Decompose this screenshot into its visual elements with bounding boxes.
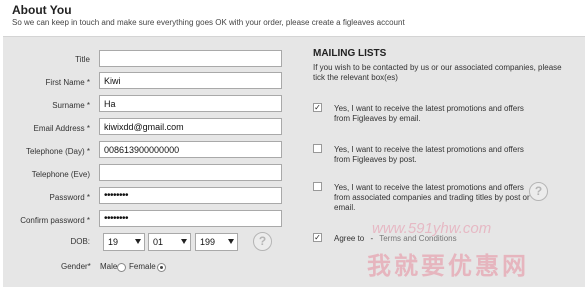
- title-field[interactable]: [99, 50, 282, 67]
- telephone-eve-label: Telephone (Eve): [31, 170, 90, 179]
- first-name-label: First Name *: [45, 78, 90, 87]
- telephone-day-field[interactable]: 008613900000000: [99, 141, 282, 158]
- gender-label: Gender*: [61, 262, 91, 271]
- mailing-lists-title: MAILING LISTS: [313, 48, 387, 59]
- dob-year-value: 199: [200, 237, 216, 247]
- dob-month-select[interactable]: 01: [148, 233, 191, 251]
- dob-day-select[interactable]: 19: [103, 233, 145, 251]
- email-label: Email Address *: [33, 124, 90, 133]
- chevron-down-icon: [135, 239, 141, 244]
- dob-month-value: 01: [153, 237, 164, 247]
- post-promotions-checkbox[interactable]: [313, 144, 322, 153]
- confirm-password-field[interactable]: ••••••••: [99, 210, 282, 227]
- email-promotions-label: Yes, I want to receive the latest promot…: [334, 104, 524, 123]
- post-promotions-label: Yes, I want to receive the latest promot…: [334, 145, 524, 164]
- confirm-password-label: Confirm password *: [20, 216, 90, 225]
- password-field[interactable]: ••••••••: [99, 187, 282, 204]
- dob-day-value: 19: [108, 237, 119, 247]
- watermark-text: 我就要优惠网: [367, 253, 529, 280]
- surname-field[interactable]: Ha: [99, 95, 282, 112]
- password-label: Password *: [49, 193, 90, 202]
- dob-label: DOB:: [70, 237, 90, 246]
- telephone-eve-field[interactable]: [99, 164, 282, 181]
- agree-label: Agree to: [334, 234, 365, 243]
- chevron-down-icon: [228, 239, 234, 244]
- associated-promotions-label: Yes, I want to receive the latest promot…: [334, 183, 530, 212]
- email-promotions-checkbox[interactable]: ✓: [313, 103, 322, 112]
- surname-label: Surname *: [52, 101, 90, 110]
- telephone-day-label: Telephone (Day) *: [25, 147, 90, 156]
- agree-terms-checkbox[interactable]: ✓: [313, 233, 322, 242]
- first-name-field[interactable]: Kiwi: [99, 72, 282, 89]
- dob-help-icon[interactable]: ?: [253, 232, 272, 251]
- gender-female-radio[interactable]: [157, 263, 166, 272]
- gender-male-radio[interactable]: [117, 263, 126, 272]
- intro-text: So we can keep in touch and make sure ev…: [12, 18, 405, 27]
- about-you-heading: About You: [12, 3, 72, 17]
- mailing-help-icon[interactable]: ?: [529, 182, 548, 201]
- dob-year-select[interactable]: 199: [195, 233, 238, 251]
- gender-male-label: Male: [100, 262, 118, 271]
- mailing-lists-description: If you wish to be contacted by us or our…: [313, 63, 562, 82]
- title-label: Title: [75, 55, 90, 64]
- chevron-down-icon: [181, 239, 187, 244]
- email-field[interactable]: kiwixdd@gmail.com: [99, 118, 282, 135]
- gender-female-label: Female: [129, 262, 156, 271]
- associated-promotions-checkbox[interactable]: [313, 182, 322, 191]
- watermark-url: www.591yhw.com: [372, 220, 492, 237]
